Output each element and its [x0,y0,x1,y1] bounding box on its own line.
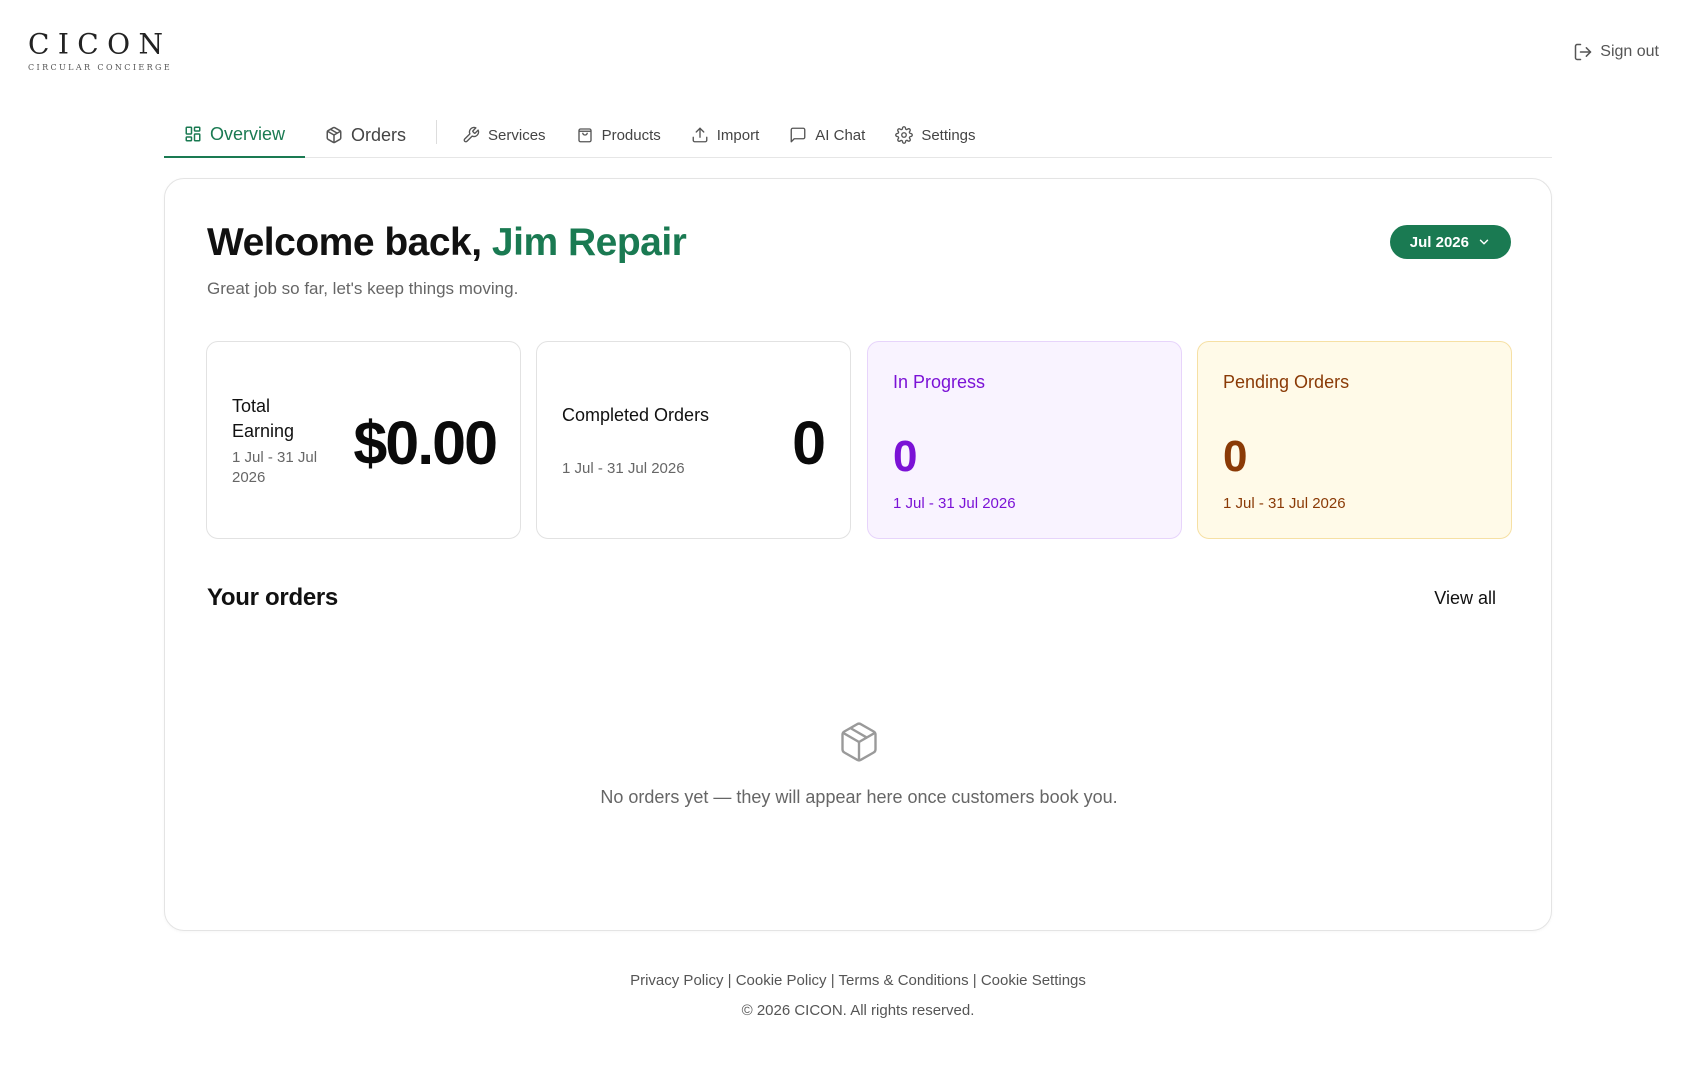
tab-import[interactable]: Import [676,112,775,157]
tab-ai-chat[interactable]: AI Chat [774,112,880,157]
sign-out-icon [1575,43,1592,61]
logo-wordmark: CICON [28,28,168,60]
stat-value: $0.00 [353,409,498,477]
welcome-tagline: Great job so far, let's keep things movi… [207,279,519,298]
tab-services[interactable]: Services [447,112,561,157]
stat-date-range: 1 Jul - 31 Jul 2026 [893,495,1016,512]
tab-products-label: Products [601,126,661,144]
tab-services-label: Services [488,126,546,144]
orders-section-title: Your orders [207,584,338,611]
nav-divider [436,120,438,144]
logo-word-text: CICON [28,28,168,60]
grid-icon [185,126,201,142]
box-icon [326,126,342,143]
brand-logo[interactable]: CICON CIRCULAR CONCIERGE [28,28,173,78]
tab-settings[interactable]: Settings [880,112,990,157]
period-selector-value: Jul 2026 [1409,233,1469,251]
logo-wordmark-graphic: CICON [28,28,168,60]
upload-icon [692,127,708,142]
wrench-icon [463,126,480,142]
tab-products[interactable]: Products [561,112,676,157]
welcome-prefix: Welcome back, [207,221,492,264]
stat-value: 0 [893,432,918,481]
box-icon [841,722,877,762]
stat-value: 0 [1223,432,1248,481]
chat-icon [790,127,806,142]
copyright-notice: © 2026 CICON. All rights reserved. [741,1002,975,1019]
dashboard-card: Welcome back, Jim Repair Great job so fa… [164,178,1552,931]
stat-title: Total Earning [232,396,295,441]
main-nav: Overview Orders Services Products Import [164,112,1552,158]
page-title: Welcome back, Jim Repair [207,221,687,265]
sign-out-label: Sign out [1600,43,1659,60]
period-selector[interactable]: Jul 2026 [1389,225,1511,259]
logo-tagline: CIRCULAR CONCIERGE [28,63,173,72]
tab-orders-label: Orders [351,124,407,145]
stat-title: In Progress [893,372,986,392]
tab-ai-chat-label: AI Chat [815,126,866,144]
stat-card-in-progress: In Progress 0 1 Jul - 31 Jul 2026 [867,341,1182,539]
cookie-settings-link[interactable]: Cookie Settings [981,972,1086,989]
stat-value: 0 [792,409,826,477]
tab-import-label: Import [716,126,760,144]
stat-date-range: 1 Jul - 31 Jul 2026 [232,449,318,486]
stat-title: Pending Orders [1223,372,1350,392]
empty-orders-message: No orders yet — they will appear here on… [600,787,1118,807]
terms-link[interactable]: Terms & Conditions [839,972,969,989]
stat-card-completed-orders: Completed Orders 1 Jul - 31 Jul 2026 0 [536,341,851,539]
user-name: Jim Repair [491,221,687,264]
stat-date-range: 1 Jul - 31 Jul 2026 [562,460,685,477]
view-all-orders-link[interactable]: View all [1434,588,1496,609]
tab-overview-label: Overview [210,124,286,144]
gear-icon [895,125,914,144]
cookie-policy-link[interactable]: Cookie Policy [736,972,827,989]
tab-settings-label: Settings [921,126,976,144]
stat-title: Completed Orders [562,405,710,425]
footer-links: Privacy Policy | Cookie Policy | Terms &… [0,972,1689,989]
footer-separator: | [968,972,981,989]
chevron-down-icon [1479,239,1489,245]
tab-overview[interactable]: Overview [164,112,306,158]
stat-date-range: 1 Jul - 31 Jul 2026 [1223,495,1346,512]
stat-card-total-earning: Total Earning 1 Jul - 31 Jul 2026 $0.00 [206,341,521,539]
shopping-bag-icon [577,127,592,142]
stat-card-pending-orders: Pending Orders 0 1 Jul - 31 Jul 2026 [1197,341,1512,539]
privacy-policy-link[interactable]: Privacy Policy [630,972,723,989]
footer-separator: | [723,972,736,989]
tab-orders[interactable]: Orders [305,112,426,157]
footer-separator: | [826,972,839,989]
sign-out-button[interactable]: Sign out [1573,42,1659,62]
